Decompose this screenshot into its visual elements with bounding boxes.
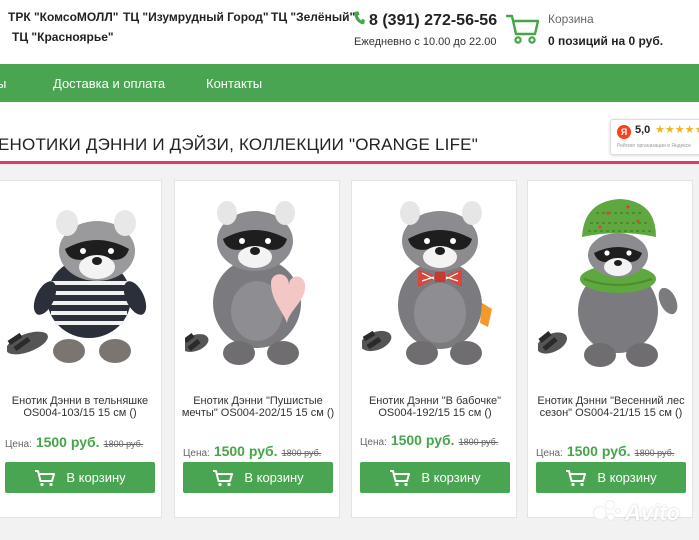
rating-caption: Рейтинг организации в Яндексе — [617, 143, 691, 149]
price-label: Цена: — [183, 448, 210, 459]
cart-icon — [505, 12, 540, 51]
price-row: Цена: 1500 руб. 1800 руб. — [536, 443, 674, 459]
price-label: Цена: — [536, 448, 563, 459]
old-price: 1800 руб. — [103, 439, 144, 449]
site-header: ТРК "КомсоМОЛЛ" ТЦ "Изумрудный Город" ТЦ… — [0, 0, 699, 64]
product-image-raccoon-green-hat[interactable] — [538, 193, 684, 378]
cart-icon — [389, 469, 411, 487]
nav-item-partial[interactable]: ы — [0, 76, 6, 91]
mall-link-izumrudny-gorod[interactable]: ТЦ "Изумрудный Город" — [123, 8, 269, 26]
cart-icon — [565, 469, 587, 487]
product-card[interactable]: Енотик Дэнни "В бабочке" OS004-192/15 15… — [351, 180, 517, 518]
cart-label: Корзина — [548, 12, 594, 26]
price-row: Цена: 1500 руб. 1800 руб. — [5, 434, 143, 450]
cart-status: 0 позиций на 0 руб. — [548, 34, 664, 48]
old-price: 1800 руб. — [458, 437, 499, 447]
contact-block: 8 (391) 272-56-56 Ежедневно с 10.00 до 2… — [354, 11, 497, 48]
nav-item-delivery[interactable]: Доставка и оплата — [53, 76, 165, 91]
price: 1500 руб. — [390, 432, 455, 448]
price: 1500 руб. — [566, 443, 631, 459]
avito-logo-icon — [591, 498, 621, 528]
price-label: Цена: — [360, 437, 387, 448]
header-cart[interactable]: Корзина 0 позиций на 0 руб. — [505, 12, 664, 51]
product-name[interactable]: Енотик Дэнни "Весенний лес сезон" OS004-… — [532, 395, 690, 419]
nav-item-contacts[interactable]: Контакты — [206, 76, 262, 91]
add-to-cart-button[interactable]: В корзину — [183, 462, 333, 493]
price: 1500 руб. — [213, 443, 278, 459]
product-name[interactable]: Енотик Дэнни "Пушистые мечты" OS004-202/… — [179, 395, 337, 419]
price-label: Цена: — [5, 439, 32, 450]
main-nav: ы Доставка и оплата Контакты — [0, 64, 699, 102]
mall-link-komsomoll[interactable]: ТРК "КомсоМОЛЛ" — [8, 8, 118, 26]
product-card[interactable]: Енотик Дэнни "Весенний лес сезон" OS004-… — [527, 180, 693, 518]
cart-icon — [212, 469, 234, 487]
product-image-raccoon-striped-shirt[interactable] — [7, 193, 153, 378]
yandex-rating-badge[interactable]: Я 5,0 ★★★★★ Рейтинг организации в Яндекс… — [610, 119, 699, 155]
page-title: ЕНОТИКИ ДЭННИ И ДЭЙЗИ, КОЛЛЕКЦИИ "ORANGE… — [0, 135, 478, 154]
yandex-logo-icon: Я — [617, 125, 631, 139]
cart-icon — [34, 469, 56, 487]
add-to-cart-label: В корзину — [66, 470, 126, 485]
page: ТРК "КомсоМОЛЛ" ТЦ "Изумрудный Город" ТЦ… — [0, 0, 699, 540]
product-name[interactable]: Енотик Дэнни в тельняшке OS004-103/15 15… — [1, 395, 159, 419]
working-hours: Ежедневно с 10.00 до 22.00 — [354, 36, 497, 48]
mall-link-zeleny[interactable]: ТЦ "Зелёный" — [271, 8, 355, 26]
add-to-cart-button[interactable]: В корзину — [360, 462, 510, 493]
avito-watermark: Avito — [591, 498, 680, 528]
add-to-cart-label: В корзину — [597, 470, 657, 485]
add-to-cart-button[interactable]: В корзину — [536, 462, 686, 493]
rating-stars: ★★★★★ — [655, 124, 699, 136]
old-price: 1800 руб. — [634, 448, 675, 458]
rating-value: 5,0 — [635, 124, 651, 136]
add-to-cart-label: В корзину — [244, 470, 304, 485]
old-price: 1800 руб. — [281, 448, 322, 458]
product-card[interactable]: Енотик Дэнни в тельняшке OS004-103/15 15… — [0, 180, 162, 518]
phone-icon — [354, 11, 365, 30]
product-image-raccoon-heart[interactable] — [185, 193, 331, 378]
title-bar: ЕНОТИКИ ДЭННИ И ДЭЙЗИ, КОЛЛЕКЦИИ "ORANGE… — [0, 102, 699, 164]
add-to-cart-label: В корзину — [421, 470, 481, 485]
mall-link-krasnoyarye[interactable]: ТЦ "Красноярье" — [12, 28, 114, 46]
price-row: Цена: 1500 руб. 1800 руб. — [183, 443, 321, 459]
product-card[interactable]: Енотик Дэнни "Пушистые мечты" OS004-202/… — [174, 180, 340, 518]
product-image-raccoon-bowtie[interactable] — [362, 193, 508, 378]
product-name[interactable]: Енотик Дэнни "В бабочке" OS004-192/15 15… — [356, 395, 514, 419]
phone-number[interactable]: 8 (391) 272-56-56 — [369, 12, 497, 30]
add-to-cart-button[interactable]: В корзину — [5, 462, 155, 493]
avito-watermark-text: Avito — [625, 500, 680, 525]
price-row: Цена: 1500 руб. 1800 руб. — [360, 432, 498, 448]
price: 1500 руб. — [35, 434, 100, 450]
